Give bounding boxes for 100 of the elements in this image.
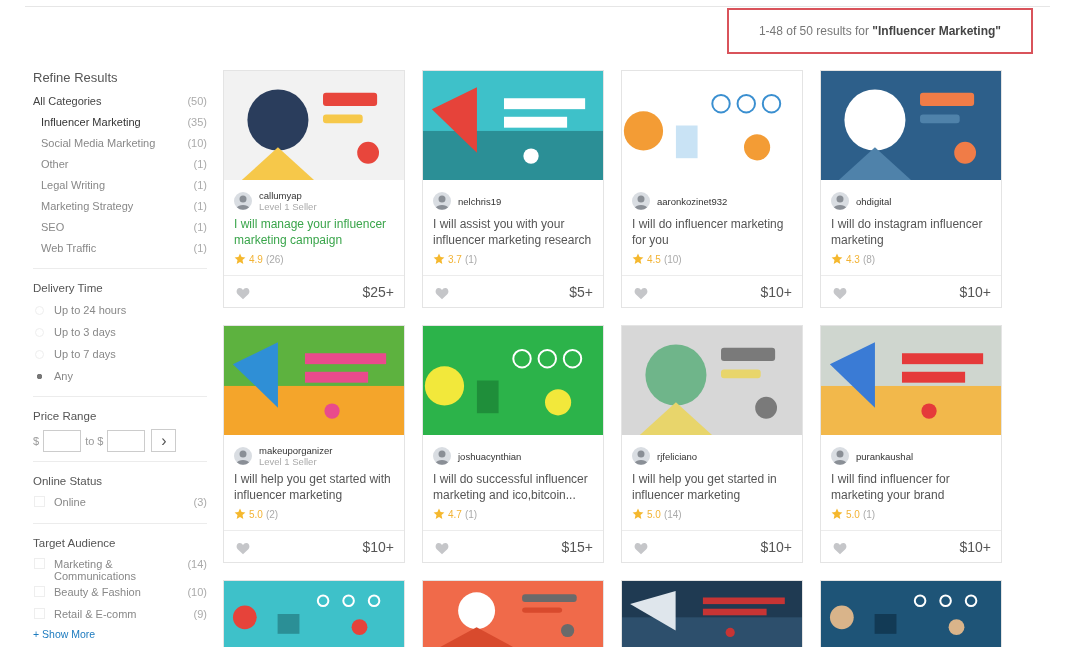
review-count: (1)	[464, 253, 478, 265]
heart-icon[interactable]	[833, 542, 847, 555]
gig-title[interactable]: I will do successful influencer marketing and ico,bitcoin...	[423, 469, 603, 505]
category-item[interactable]: Influencer Marketing (35)	[33, 112, 207, 133]
heart-icon[interactable]	[236, 287, 250, 300]
radio-button[interactable]	[35, 371, 44, 381]
gig-card[interactable]: makeuporganizer Level 1 Seller I will help you get started with influencer marketing 5.0 (2) $10+	[223, 325, 405, 563]
gig-price: $25+	[362, 283, 394, 300]
review-count: (8)	[862, 253, 876, 265]
seller-name[interactable]: callumyap	[259, 190, 317, 201]
category-item[interactable]: SEO (1)	[33, 217, 207, 238]
heart-icon[interactable]	[634, 542, 648, 555]
option-label[interactable]: Any	[54, 370, 73, 382]
show-more-link[interactable]: + Show More	[33, 628, 96, 640]
review-count: (10)	[663, 253, 682, 265]
seller-level: Level 1 Seller	[259, 456, 318, 467]
gig-card[interactable]: callumyap Level 1 Seller I will manage your influencer marketing campaign 4.9 (26) $25+	[223, 70, 405, 308]
gig-title[interactable]: I will help you get started with influencer marketing	[224, 469, 404, 505]
category-item[interactable]: Social Media Marketing (10)	[33, 133, 207, 154]
avatar-icon[interactable]	[831, 192, 849, 210]
gig-price: $10+	[760, 283, 792, 300]
category-item[interactable]: Web Traffic (1)	[33, 238, 207, 259]
gig-card[interactable]: purankaushal I will find influencer for marketing your brand 5.0 (1) $10+	[820, 325, 1002, 563]
category-item[interactable]: Marketing Strategy (1)	[33, 196, 207, 217]
count-label: (14)	[187, 558, 207, 570]
option-label[interactable]: Up to 24 hours	[54, 304, 127, 316]
category-item[interactable]: Other (1)	[33, 154, 207, 175]
star-icon	[433, 508, 445, 520]
gig-card[interactable]: rjfeliciano I will help you get started in influencer marketing 5.0 (14) $10+	[621, 325, 803, 563]
heart-icon[interactable]	[634, 287, 648, 300]
star-icon	[632, 253, 644, 265]
gig-title[interactable]: I will do influencer marketing for you	[622, 214, 802, 250]
avatar-icon[interactable]	[632, 192, 650, 210]
rating-value: 4.5	[647, 253, 661, 265]
star-icon	[632, 508, 644, 520]
gig-price: $5+	[569, 283, 593, 300]
avatar-icon[interactable]	[234, 192, 252, 210]
count-label: (3)	[193, 496, 207, 508]
heart-icon[interactable]	[236, 542, 250, 555]
category-item[interactable]: Legal Writing (1)	[33, 175, 207, 196]
heart-icon[interactable]	[435, 287, 449, 300]
section-title: Delivery Time	[33, 281, 104, 296]
section-title: Target Audience	[33, 536, 117, 551]
option-label[interactable]: Online	[54, 496, 194, 508]
star-icon	[433, 253, 445, 265]
gig-title[interactable]: I will do instagram influencer marketing	[821, 214, 1001, 250]
seller-name[interactable]: aaronkozinet932	[657, 195, 728, 207]
heart-icon[interactable]	[435, 542, 449, 555]
heart-icon[interactable]	[833, 287, 847, 300]
seller-name[interactable]: ohdigital	[856, 195, 892, 207]
gig-title[interactable]: I will find influencer for marketing your brand	[821, 469, 1001, 505]
rating-value: 5.0	[647, 508, 661, 520]
option-label[interactable]: Up to 3 days	[54, 326, 116, 338]
avatar-icon[interactable]	[831, 447, 849, 465]
review-count: (1)	[862, 508, 876, 520]
gig-card[interactable]: nelchris19 I will assist you with your influencer marketing research 3.7 (1) $5+	[422, 70, 604, 308]
gig-title[interactable]: I will assist you with your influencer marketing research	[423, 214, 603, 250]
gig-card[interactable]: aaronkozinet932 I will do influencer marketing for you 4.5 (10) $10+	[621, 70, 803, 308]
option-label[interactable]: Up to 7 days	[54, 348, 116, 360]
review-count: (14)	[663, 508, 682, 520]
rating-value: 4.3	[846, 253, 860, 265]
review-count: (26)	[265, 253, 284, 265]
seller-level: Level 1 Seller	[259, 201, 317, 212]
seller-name[interactable]: joshuacynthian	[458, 450, 522, 462]
seller-name[interactable]: makeuporganizer	[259, 445, 333, 456]
avatar-icon[interactable]	[433, 447, 451, 465]
category-item[interactable]: All Categories (50)	[33, 91, 207, 112]
star-icon	[234, 253, 246, 265]
section-title: Price Range	[33, 409, 98, 424]
review-count: (1)	[464, 508, 478, 520]
min-price-field[interactable]	[43, 429, 82, 452]
option-label[interactable]: Beauty & Fashion	[54, 586, 188, 598]
gig-price: $10+	[362, 538, 394, 555]
gig-title[interactable]: I will help you get started in influencer marketing	[622, 469, 802, 505]
results-summary: 1-48 of 50 results for "Influencer Marketing"	[727, 8, 1033, 54]
sidebar-title: Refine Results	[33, 70, 119, 85]
option-label[interactable]: Marketing & Communications	[54, 558, 188, 582]
seller-name[interactable]: rjfeliciano	[657, 450, 698, 462]
seller-name[interactable]: purankaushal	[856, 450, 914, 462]
rating-value: 5.0	[846, 508, 860, 520]
gig-card[interactable]: joshuacynthian I will do successful influencer marketing and ico,bitcoin... 4.7 (1) $15+	[422, 325, 604, 563]
rating-value: 4.7	[448, 508, 462, 520]
seller-name[interactable]: nelchris19	[458, 195, 502, 207]
gig-price: $10+	[959, 283, 991, 300]
max-price-field[interactable]	[107, 429, 146, 452]
rating-value: 4.9	[249, 253, 263, 265]
currency-label: to $	[85, 434, 104, 447]
review-count: (2)	[265, 508, 279, 520]
avatar-icon[interactable]	[234, 447, 252, 465]
star-icon	[831, 253, 843, 265]
gig-card[interactable]: ohdigital I will do instagram influencer marketing 4.3 (8) $10+	[820, 70, 1002, 308]
section-title: Online Status	[33, 474, 104, 489]
currency-label: $	[33, 434, 40, 447]
gig-price: $10+	[959, 538, 991, 555]
avatar-icon[interactable]	[433, 192, 451, 210]
apply-button[interactable]: ›	[151, 429, 177, 452]
count-label: (9)	[193, 608, 207, 620]
option-label[interactable]: Retail & E-comm	[54, 608, 194, 620]
count-label: (10)	[187, 586, 207, 598]
avatar-icon[interactable]	[632, 447, 650, 465]
